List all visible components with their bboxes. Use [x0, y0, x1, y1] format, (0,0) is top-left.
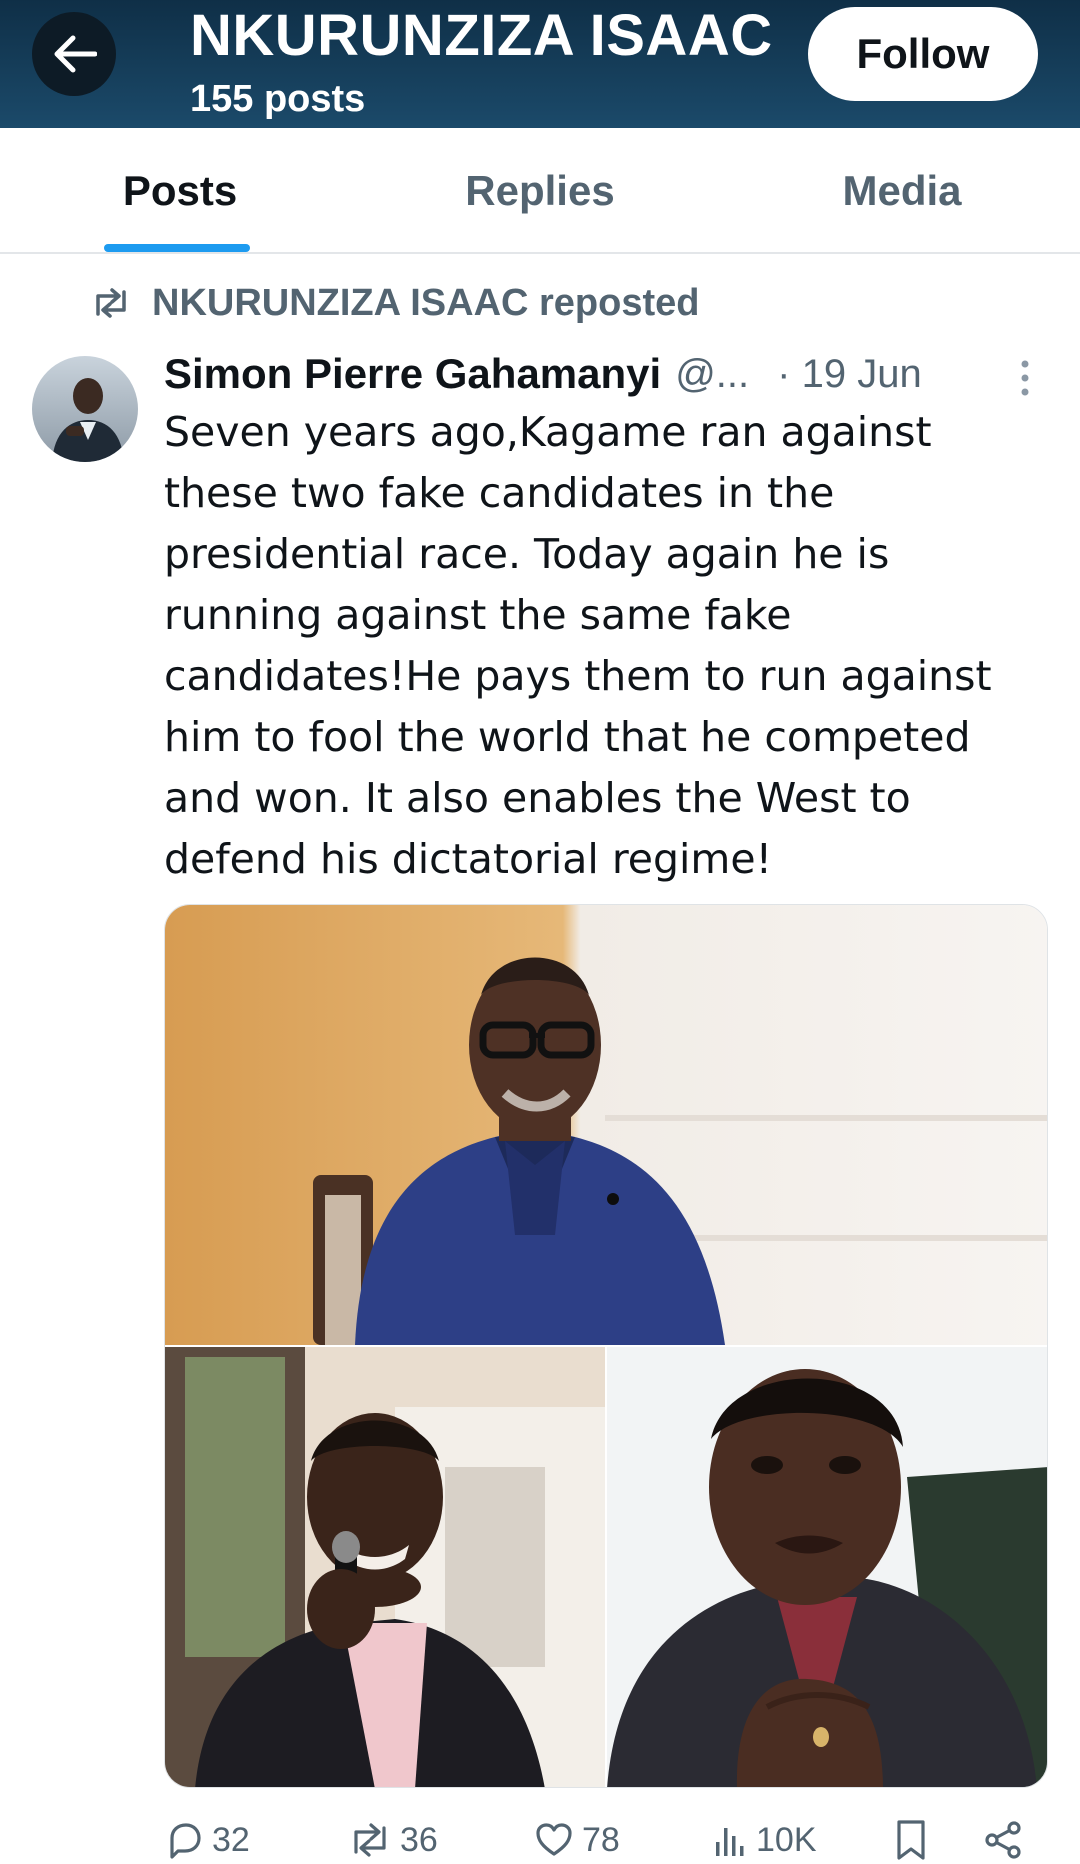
bookmark-icon [897, 1820, 925, 1860]
profile-tabs: Posts Replies Media [0, 128, 1080, 254]
repost-count: 36 [400, 1820, 438, 1859]
repost-label: NKURUNZIZA ISAAC reposted [152, 281, 700, 324]
tweet-header: Simon Pierre Gahamanyi @... · 19 Jun [164, 348, 1044, 400]
more-options-button[interactable] [1010, 358, 1040, 398]
repost-button[interactable]: 36 [348, 1816, 438, 1864]
share-icon [985, 1821, 1021, 1859]
profile-header: NKURUNZIZA ISAAC 155 posts Follow [0, 0, 1080, 128]
media-photo-2[interactable] [165, 1347, 605, 1787]
tab-media[interactable]: Media [762, 128, 1042, 254]
tweet-actions: 32 36 78 10K [164, 1816, 1044, 1864]
share-button[interactable] [982, 1816, 1024, 1864]
tweet-text: Seven years ago,Kagame ran against these… [164, 408, 992, 883]
reply-button[interactable]: 32 [164, 1816, 250, 1864]
more-vertical-icon [1021, 360, 1029, 396]
tab-posts[interactable]: Posts [40, 128, 320, 254]
tab-replies[interactable]: Replies [400, 128, 680, 254]
reply-icon [170, 1823, 201, 1859]
like-count: 78 [582, 1820, 620, 1859]
tweet-media-grid[interactable] [164, 904, 1048, 1788]
post-count: 155 posts [190, 78, 366, 120]
analytics-icon [716, 1828, 744, 1856]
heart-icon [536, 1823, 572, 1856]
back-button[interactable] [32, 12, 116, 96]
view-count: 10K [756, 1820, 817, 1859]
author-avatar[interactable] [32, 356, 138, 462]
repost-icon [354, 1823, 386, 1857]
reply-count: 32 [212, 1820, 250, 1859]
like-button[interactable]: 78 [534, 1816, 620, 1864]
profile-name: NKURUNZIZA ISAAC [190, 3, 773, 68]
author-handle[interactable]: @... [675, 352, 749, 397]
author-name[interactable]: Simon Pierre Gahamanyi [164, 350, 661, 398]
media-photo-3[interactable] [607, 1347, 1047, 1787]
tweet-date[interactable]: · 19 Jun [777, 352, 922, 397]
active-tab-indicator [104, 244, 250, 252]
media-photo-1[interactable] [165, 905, 1047, 1345]
views-button[interactable]: 10K [712, 1816, 817, 1864]
repost-context[interactable]: NKURUNZIZA ISAAC reposted [92, 278, 700, 328]
repost-icon [96, 288, 126, 318]
follow-button[interactable]: Follow [808, 7, 1038, 101]
bookmark-button[interactable] [894, 1816, 928, 1864]
arrow-left-icon [54, 35, 97, 73]
